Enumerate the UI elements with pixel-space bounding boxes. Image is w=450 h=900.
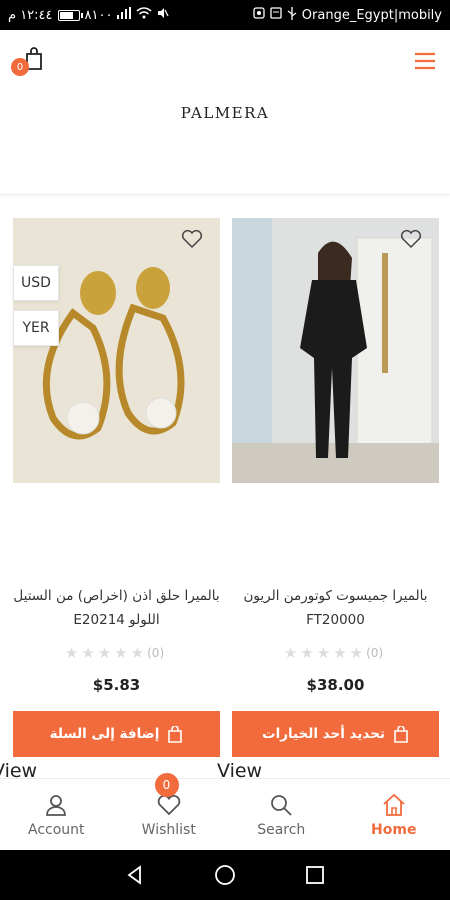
cart-button[interactable]: 0 — [11, 46, 46, 76]
star-icon: ★ — [333, 644, 347, 662]
menu-button[interactable] — [414, 52, 436, 70]
currency-option-usd[interactable]: USD — [13, 265, 59, 301]
system-navigation-bar — [0, 850, 450, 900]
app-screen: ١٢:٤٤ م ٨١٠٠ Orange_Egypt|mobily 0 PALME… — [0, 0, 450, 900]
battery-icon — [57, 9, 83, 21]
product-card[interactable]: بالميرا جميسوت كوتورمن الريون FT20000 ★ … — [232, 218, 439, 757]
status-right: Orange_Egypt|mobily — [253, 6, 442, 24]
star-icon: ★ — [114, 644, 128, 662]
battery-text: ٨١٠٠ — [84, 7, 113, 23]
star-icon: ★ — [130, 644, 145, 662]
carrier-name: Orange_Egypt|mobily — [301, 7, 442, 23]
bottom-navigation: Account 0 Wishlist Search Home — [0, 773, 450, 850]
notification-icon — [253, 7, 265, 23]
shopping-bag-icon — [394, 725, 408, 743]
search-icon — [271, 794, 292, 816]
heart-outline-icon — [181, 229, 203, 249]
add-to-cart-label: إضافة إلى السلة — [49, 726, 160, 742]
status-bar: ١٢:٤٤ م ٨١٠٠ Orange_Egypt|mobily — [0, 0, 450, 30]
recent-apps-icon[interactable] — [304, 864, 326, 886]
battery-level — [59, 11, 74, 19]
user-icon — [46, 794, 67, 816]
product-price: $38.00 — [306, 676, 365, 694]
star-icon: ★ — [64, 644, 79, 662]
nav-wishlist-label: Wishlist — [141, 821, 196, 838]
add-to-cart-button[interactable]: إضافة إلى السلة — [13, 711, 220, 757]
shopping-bag-icon — [168, 725, 183, 743]
wishlist-count-badge: 0 — [154, 773, 179, 797]
product-rating: ★ ★ ★ ★ ★ (0) — [232, 644, 439, 662]
nav-account[interactable]: Account — [0, 779, 113, 850]
status-time: ١٢:٤٤ م — [8, 7, 53, 23]
product-name[interactable]: بالميرا جميسوت كوتورمن الريون FT20000 — [232, 584, 439, 632]
status-left: ١٢:٤٤ م ٨١٠٠ — [8, 7, 169, 23]
brand-logo[interactable]: PALMERA — [0, 104, 450, 122]
nav-account-label: Account — [27, 821, 85, 838]
nav-wishlist[interactable]: 0 Wishlist — [113, 773, 226, 850]
nav-search-label: Search — [257, 821, 306, 838]
rating-count: (0) — [366, 646, 384, 660]
home-circle-icon[interactable] — [214, 864, 236, 886]
wifi-icon — [136, 7, 152, 23]
earrings-photo — [13, 218, 220, 483]
nav-home[interactable]: Home — [338, 779, 450, 850]
usb-icon — [287, 6, 297, 24]
home-icon — [383, 793, 405, 816]
back-icon[interactable] — [124, 864, 146, 886]
message-icon — [270, 7, 282, 23]
jumpsuit-photo — [232, 218, 439, 483]
cart-count-badge: 0 — [11, 58, 29, 76]
select-options-label: تحديد أحد الخيارات — [262, 726, 385, 742]
nav-search[interactable]: Search — [225, 779, 338, 850]
wishlist-toggle[interactable] — [400, 229, 422, 249]
star-icon: ★ — [349, 644, 364, 662]
product-image[interactable] — [13, 218, 220, 483]
star-icon: ★ — [97, 644, 112, 662]
rating-count: (0) — [147, 646, 165, 660]
heart-outline-icon — [400, 229, 422, 249]
product-image[interactable] — [232, 218, 439, 483]
hamburger-menu-icon — [415, 52, 435, 70]
product-price: $5.83 — [92, 676, 141, 694]
mute-icon — [157, 7, 169, 23]
star-icon: ★ — [283, 644, 298, 662]
star-icon: ★ — [300, 644, 314, 662]
signal-icon — [117, 7, 132, 23]
product-name[interactable]: بالميرا حلق اذن (اخراص) من الستيل اللولو… — [13, 584, 220, 632]
star-icon: ★ — [316, 644, 331, 662]
product-card[interactable]: بالميرا حلق اذن (اخراص) من الستيل اللولو… — [13, 218, 220, 757]
product-rating: ★ ★ ★ ★ ★ (0) — [13, 644, 220, 662]
nav-home-label: Home — [371, 821, 417, 838]
app-header: 0 PALMERA — [0, 30, 450, 195]
currency-option-yer[interactable]: YER — [13, 310, 59, 346]
select-options-button[interactable]: تحديد أحد الخيارات — [232, 711, 439, 757]
wishlist-toggle[interactable] — [181, 229, 203, 249]
star-icon: ★ — [81, 644, 95, 662]
